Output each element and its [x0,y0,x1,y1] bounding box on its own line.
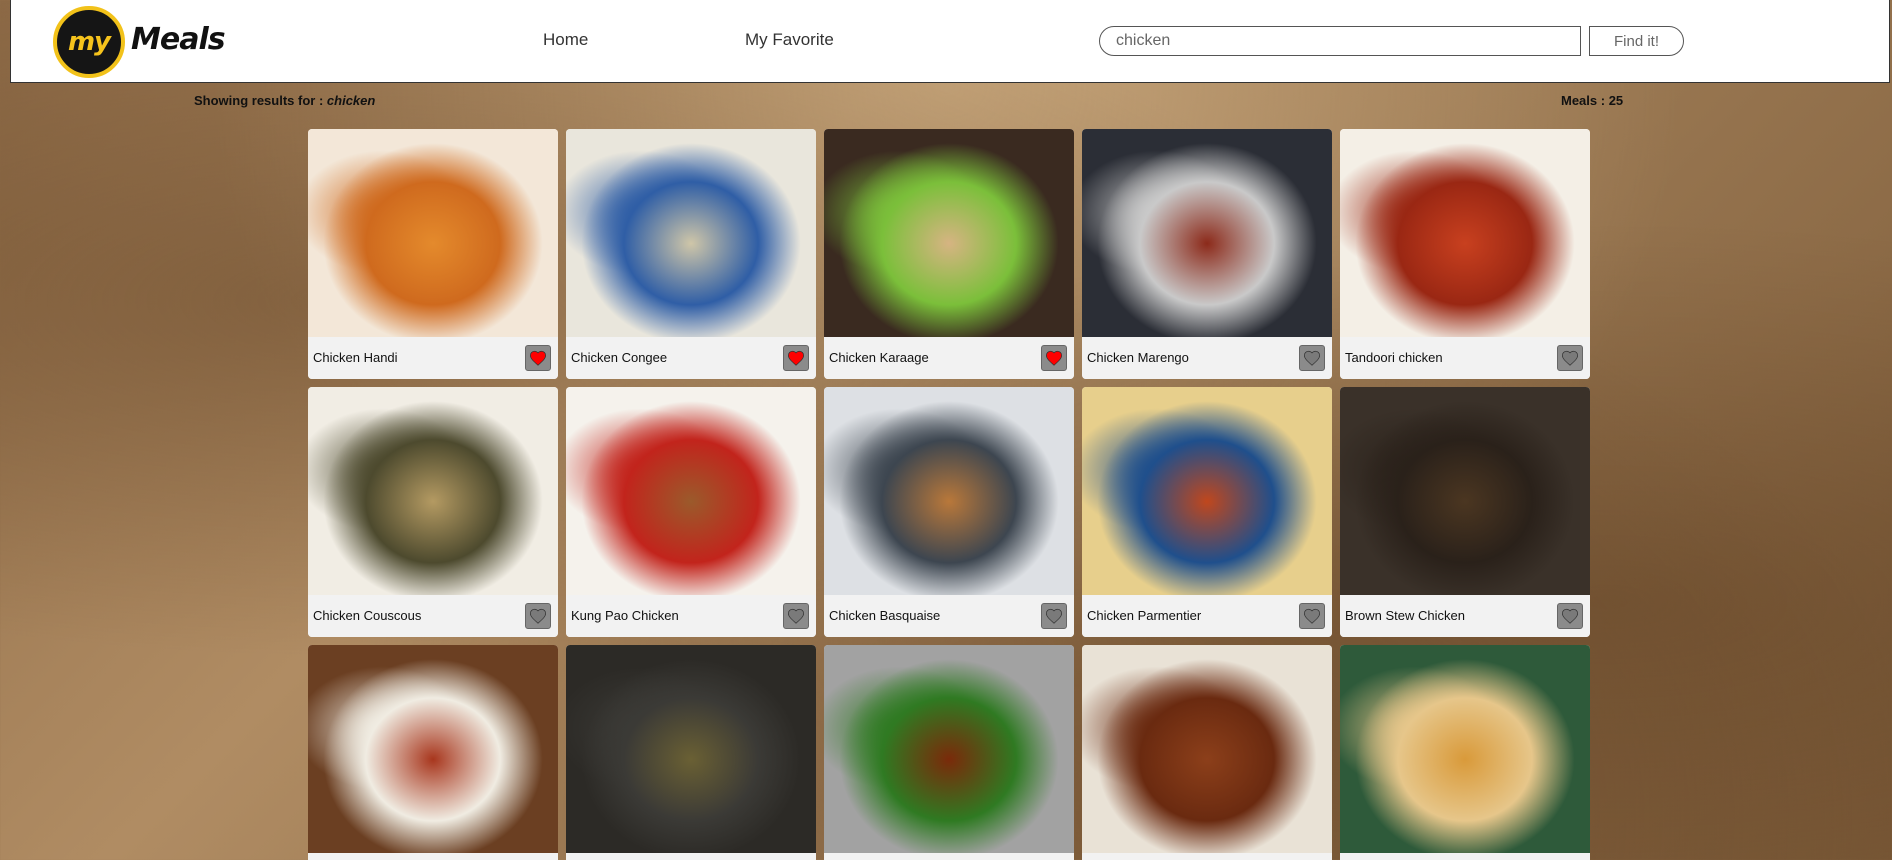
meal-photo[interactable] [1082,129,1332,337]
meal-name: Chicken Congee [571,350,668,365]
meal-card-footer: Chicken Marengo [1082,337,1332,379]
mymeals-logo[interactable]: my Meals [53,6,243,78]
meal-name: Chicken Parmentier [1087,608,1202,623]
meal-card[interactable]: Chicken Parmentier [1082,387,1332,637]
meal-card[interactable]: Chicken Handi [308,129,558,379]
meal-card[interactable]: Brown Stew Chicken [1340,387,1590,637]
meal-card[interactable] [1082,645,1332,860]
meal-photo[interactable] [824,387,1074,595]
meal-card-footer: Tandoori chicken [1340,337,1590,379]
meal-name: Tandoori chicken [1345,350,1443,365]
meal-card[interactable] [824,645,1074,860]
meal-card-footer: Brown Stew Chicken [1340,595,1590,637]
meal-photo[interactable] [308,387,558,595]
meal-card-footer [566,853,816,860]
meal-card[interactable]: Tandoori chicken [1340,129,1590,379]
heart-icon [1045,350,1063,366]
meal-name: Chicken Handi [313,350,398,365]
heart-icon [787,350,805,366]
heart-icon [1561,608,1579,624]
meal-card[interactable]: Chicken Basquaise [824,387,1074,637]
meal-card-footer: Chicken Couscous [308,595,558,637]
meal-photo[interactable] [1340,645,1590,853]
meal-card-footer [1082,853,1332,860]
favorite-button[interactable] [1299,603,1325,629]
meal-name: Chicken Basquaise [829,608,941,623]
favorite-button[interactable] [1557,345,1583,371]
nav-my-favorite-link[interactable]: My Favorite [745,30,834,50]
meal-card-footer: Chicken Basquaise [824,595,1074,637]
meal-photo[interactable] [1082,645,1332,853]
heart-icon [1303,608,1321,624]
meals-count: Meals25 [1561,93,1623,108]
results-summary: Showing results for : chicken [194,93,375,108]
heart-icon [529,608,547,624]
results-prefix: Showing results for : [194,93,327,108]
results-query: chicken [326,93,376,108]
meal-card[interactable]: Chicken Couscous [308,387,558,637]
meal-card-footer: Kung Pao Chicken [566,595,816,637]
favorite-button[interactable] [783,345,809,371]
favorite-button[interactable] [525,345,551,371]
meal-card[interactable]: Chicken Congee [566,129,816,379]
favorite-button[interactable] [1299,345,1325,371]
heart-icon [529,350,547,366]
meal-card-footer: Chicken Handi [308,337,558,379]
meals-count-label: Meals [1561,93,1609,108]
meal-card[interactable]: Chicken Karaage [824,129,1074,379]
meal-card[interactable] [1340,645,1590,860]
meal-photo[interactable] [1082,387,1332,595]
meal-card[interactable]: Chicken Marengo [1082,129,1332,379]
meal-card-footer [308,853,558,860]
meal-photo[interactable] [1340,129,1590,337]
favorite-button[interactable] [1041,603,1067,629]
meal-name: Chicken Couscous [313,608,422,623]
meal-card-footer [824,853,1074,860]
meals-count-value: 25 [1608,93,1624,108]
meal-photo[interactable] [1340,387,1590,595]
search-input[interactable] [1099,26,1581,56]
heart-icon [1561,350,1579,366]
meal-name: Kung Pao Chicken [571,608,679,623]
top-header: my Meals Home My Favorite Find it! [10,0,1890,83]
find-it-button[interactable]: Find it! [1589,26,1684,56]
meal-photo[interactable] [566,129,816,337]
meal-photo[interactable] [308,645,558,853]
meal-card-footer: Chicken Parmentier [1082,595,1332,637]
meal-name: Chicken Marengo [1087,350,1189,365]
meal-name: Chicken Karaage [829,350,929,365]
heart-icon [787,608,805,624]
meal-photo[interactable] [566,645,816,853]
meal-card-footer: Chicken Karaage [824,337,1074,379]
nav-home-link[interactable]: Home [543,30,588,50]
meal-card-footer: Chicken Congee [566,337,816,379]
meal-photo[interactable] [824,129,1074,337]
meal-card[interactable]: Kung Pao Chicken [566,387,816,637]
meal-name: Brown Stew Chicken [1345,608,1465,623]
meal-photo[interactable] [308,129,558,337]
logo-word: Meals [131,22,226,57]
meal-photo[interactable] [824,645,1074,853]
favorite-button[interactable] [1041,345,1067,371]
favorite-button[interactable] [525,603,551,629]
favorite-button[interactable] [783,603,809,629]
meal-card-footer [1340,853,1590,860]
heart-icon [1045,608,1063,624]
meal-photo[interactable] [566,387,816,595]
logo-badge: my [53,6,125,78]
meal-card[interactable] [308,645,558,860]
meal-card[interactable] [566,645,816,860]
heart-icon [1303,350,1321,366]
favorite-button[interactable] [1557,603,1583,629]
logo-prefix: my [67,27,111,57]
